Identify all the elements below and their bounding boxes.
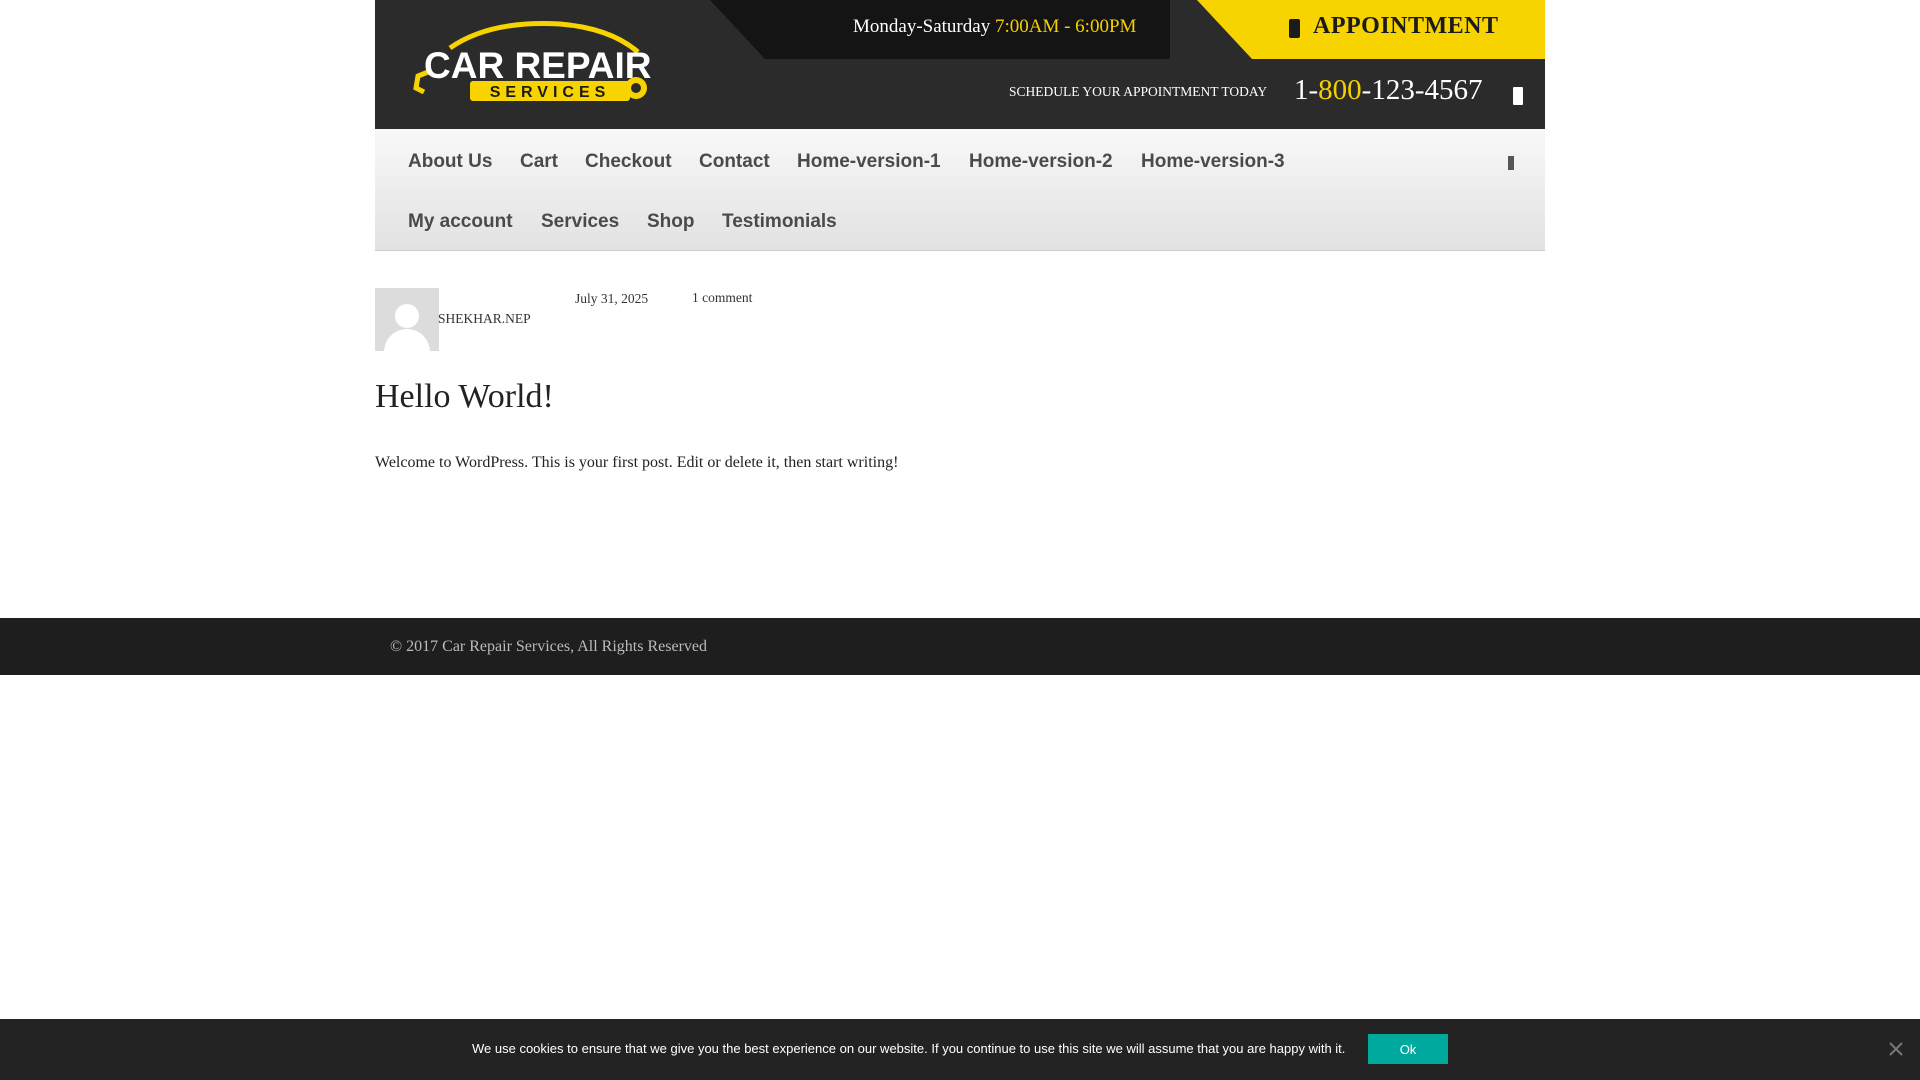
nav-item-services[interactable]: Services — [541, 211, 619, 233]
logo-graphic: CAR REPAIR SERVICES — [413, 21, 652, 101]
post-title[interactable]: Hello World! — [375, 378, 554, 416]
cookie-notice: We use cookies to ensure that we give yo… — [0, 1019, 1920, 1080]
nav-item-cart[interactable]: Cart — [520, 151, 558, 173]
nav-item-home-version-1[interactable]: Home-version-1 — [797, 151, 941, 173]
phone-rest: -123-4567 — [1361, 74, 1483, 106]
author-avatar — [375, 288, 439, 351]
hours-days: Monday-Saturday — [853, 16, 991, 37]
cookie-text: We use cookies to ensure that we give yo… — [472, 1041, 1346, 1056]
phone-prefix: 1- — [1294, 74, 1319, 106]
post-author[interactable]: SHEKHAR.NEP — [438, 311, 531, 327]
appointment-label: APPOINTMENT — [1313, 13, 1499, 39]
post-date[interactable]: July 31, 2025 — [575, 291, 648, 307]
cart-icon[interactable] — [1513, 87, 1523, 105]
appointment-button[interactable]: APPOINTMENT — [1197, 0, 1545, 59]
hours-times: 7:00AM - 6:00PM — [994, 16, 1137, 37]
nav-item-home-version-3[interactable]: Home-version-3 — [1141, 151, 1285, 173]
nav-item-checkout[interactable]: Checkout — [585, 151, 672, 173]
site-footer: © 2017 Car Repair Services, All Rights R… — [0, 618, 1920, 675]
calendar-icon — [1289, 19, 1300, 38]
nav-item-home-version-2[interactable]: Home-version-2 — [969, 151, 1113, 173]
search-icon[interactable] — [1508, 156, 1514, 170]
post-comments-link[interactable]: 1 comment — [692, 290, 752, 306]
avatar-body — [384, 329, 430, 351]
nav-item-about-us[interactable]: About Us — [408, 151, 492, 173]
logo-text: CAR REPAIR — [424, 45, 652, 86]
site-logo[interactable]: CAR REPAIR SERVICES — [410, 18, 662, 106]
logo-subtext: SERVICES — [490, 84, 611, 101]
close-icon[interactable] — [1887, 1040, 1905, 1058]
phone-highlight: 800 — [1318, 74, 1362, 106]
nav-item-contact[interactable]: Contact — [699, 151, 770, 173]
copyright-text: © 2017 Car Repair Services, All Rights R… — [390, 638, 707, 655]
site-header: CAR REPAIR SERVICES Monday-Saturday 7:00… — [375, 0, 1545, 129]
schedule-text: SCHEDULE YOUR APPOINTMENT TODAY — [1009, 84, 1268, 99]
cookie-accept-button[interactable]: Ok — [1368, 1034, 1448, 1064]
business-hours: Monday-Saturday 7:00AM - 6:00PM — [853, 16, 1136, 38]
main-navigation: About Us Cart Checkout Contact Home-vers… — [375, 129, 1545, 251]
avatar-head — [395, 304, 419, 328]
phone-number[interactable]: 1-800-123-4567 — [1294, 74, 1483, 107]
nav-item-shop[interactable]: Shop — [647, 211, 695, 233]
nav-item-my-account[interactable]: My account — [408, 211, 513, 233]
post-content: Welcome to WordPress. This is your first… — [375, 454, 899, 471]
nav-item-testimonials[interactable]: Testimonials — [722, 211, 837, 233]
